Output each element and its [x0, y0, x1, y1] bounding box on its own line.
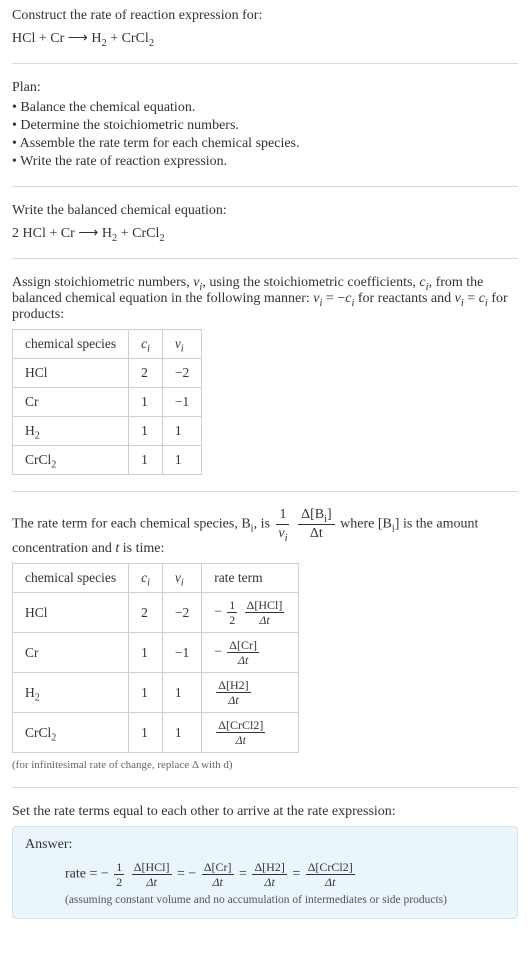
plan-block: Plan: • Balance the chemical equation. •…: [12, 80, 518, 170]
plan-item: • Assemble the rate term for each chemic…: [12, 136, 518, 152]
divider: [12, 491, 518, 492]
question-prompt: Construct the rate of reaction expressio…: [12, 8, 518, 24]
divider: [12, 186, 518, 187]
col-nui: νi: [162, 564, 201, 593]
stoich-block: Assign stoichiometric numbers, νi, using…: [12, 275, 518, 475]
stoich-intro: Assign stoichiometric numbers, νi, using…: [12, 275, 518, 323]
rate-table: chemical species ci νi rate term HCl 2 −…: [12, 563, 299, 753]
table-row: Cr 1 −1 − Δ[Cr]Δt: [13, 633, 299, 673]
frac-delta-bi: Δ[Bi] Δt: [298, 508, 335, 541]
eq-left: HCl + Cr: [12, 31, 64, 46]
eq-crcl2: CrCl2: [122, 31, 154, 46]
balanced-intro: Write the balanced chemical equation:: [12, 203, 518, 219]
table-row: CrCl2 1 1: [13, 446, 202, 475]
answer-block: Answer: rate = − 12 Δ[HCl]Δt = − Δ[Cr]Δt…: [12, 826, 518, 919]
col-nui: νi: [162, 330, 201, 359]
eq-arrow: ⟶: [68, 31, 92, 46]
col-ci: ci: [129, 330, 163, 359]
eq-plus: +: [107, 31, 122, 46]
table-row: HCl 2 −2 − 12 Δ[HCl]Δt: [13, 593, 299, 633]
rate-intro-text: The rate term for each chemical species,…: [12, 508, 518, 557]
col-rate-term: rate term: [202, 564, 299, 593]
table-header-row: chemical species ci νi: [13, 330, 202, 359]
question-block: Construct the rate of reaction expressio…: [12, 8, 518, 47]
rate-intro-block: The rate term for each chemical species,…: [12, 508, 518, 771]
balanced-equation: 2 HCl + Cr ⟶ H2 + CrCl2: [12, 225, 518, 242]
table-header-row: chemical species ci νi rate term: [13, 564, 299, 593]
divider: [12, 787, 518, 788]
plan-label: Plan:: [12, 80, 518, 96]
plan-item: • Determine the stoichiometric numbers.: [12, 118, 518, 134]
col-species: chemical species: [13, 330, 129, 359]
plan-item: • Write the rate of reaction expression.: [12, 154, 518, 170]
plan-item: • Balance the chemical equation.: [12, 100, 518, 116]
answer-expression: rate = − 12 Δ[HCl]Δt = − Δ[Cr]Δt = Δ[H2]…: [65, 861, 505, 888]
divider: [12, 63, 518, 64]
table-row: H2 1 1 Δ[H2]Δt: [13, 673, 299, 713]
balanced-block: Write the balanced chemical equation: 2 …: [12, 203, 518, 242]
stoich-table: chemical species ci νi HCl 2 −2 Cr 1 −1 …: [12, 329, 202, 475]
answer-label: Answer:: [25, 837, 505, 853]
answer-note: (assuming constant volume and no accumul…: [65, 894, 505, 906]
frac-one-over-nu: 1 νi: [275, 508, 290, 541]
table-row: H2 1 1: [13, 417, 202, 446]
table-row: CrCl2 1 1 Δ[CrCl2]Δt: [13, 713, 299, 753]
eq-h2: H2: [91, 31, 106, 46]
divider: [12, 258, 518, 259]
col-ci: ci: [129, 564, 163, 593]
question-equation: HCl + Cr ⟶ H2 + CrCl2: [12, 30, 518, 47]
table-row: HCl 2 −2: [13, 359, 202, 388]
col-species: chemical species: [13, 564, 129, 593]
table-row: Cr 1 −1: [13, 388, 202, 417]
set-text: Set the rate terms equal to each other t…: [12, 804, 518, 820]
rate-footnote: (for infinitesimal rate of change, repla…: [12, 759, 518, 771]
